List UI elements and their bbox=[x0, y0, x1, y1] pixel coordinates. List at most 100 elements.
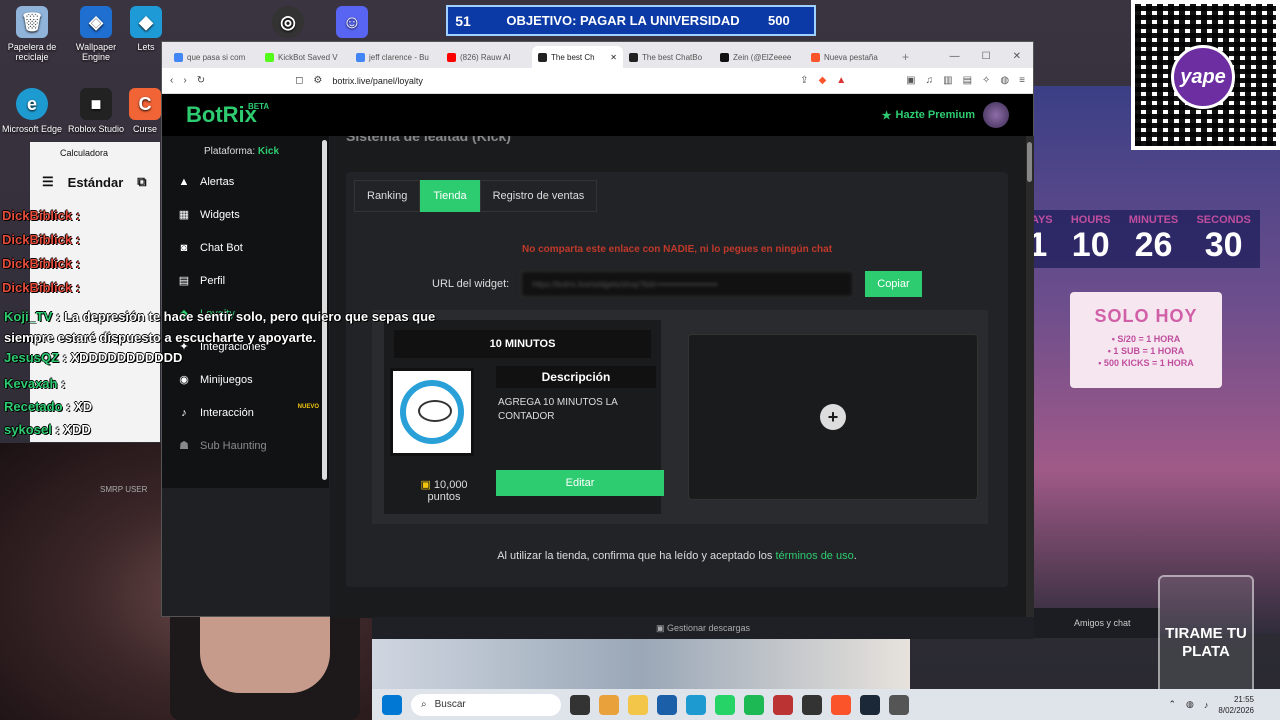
sidebar-item-chat-bot[interactable]: ◙ Chat Bot bbox=[162, 231, 329, 264]
browser-tab[interactable]: Zein (@ElZeeee bbox=[714, 46, 805, 68]
chat-message: Koji_TV : La depresión te hace sentir so… bbox=[4, 309, 436, 345]
menu-icon[interactable]: ≡ bbox=[1019, 75, 1025, 86]
downloads-bar[interactable]: ▣ Gestionar descargas bbox=[372, 617, 1034, 639]
browser-tab[interactable]: Nueva pestaña bbox=[805, 46, 896, 68]
vpn-icon[interactable]: ◍ bbox=[1000, 75, 1009, 86]
rewards-icon[interactable]: ▲ bbox=[836, 75, 846, 86]
sidebar-item-widgets[interactable]: ▦ Widgets bbox=[162, 198, 329, 231]
x-icon bbox=[720, 52, 729, 62]
dota-icon[interactable] bbox=[773, 694, 793, 715]
copilot-icon[interactable] bbox=[599, 694, 619, 715]
sidebar-item-perfil[interactable]: ▤ Perfil bbox=[162, 264, 329, 297]
steam-icon[interactable] bbox=[860, 694, 880, 715]
maximize-icon[interactable]: ☐ bbox=[982, 51, 991, 62]
windows-start-icon[interactable] bbox=[382, 694, 402, 715]
add-item-card[interactable]: + bbox=[688, 334, 978, 500]
edit-button[interactable]: Editar bbox=[496, 470, 664, 496]
calculator-title: Calculadora bbox=[60, 148, 109, 158]
recycle-bin-icon: 🗑 bbox=[16, 6, 48, 38]
desktop-icon-edge[interactable]: e Microsoft Edge bbox=[0, 88, 64, 134]
reader-icon[interactable]: ▣ bbox=[906, 75, 915, 86]
address-bar: ‹ › ↻ ◻ ⚙ botrix.live/panel/loyalty ⇪ ◆ … bbox=[162, 68, 1033, 94]
forward-icon[interactable]: › bbox=[183, 75, 186, 86]
sidebar-item-minijuegos[interactable]: ◉ Minijuegos bbox=[162, 363, 329, 396]
clock-icon bbox=[400, 380, 464, 444]
calculator-mode: Estándar bbox=[67, 174, 124, 190]
edge-icon: e bbox=[16, 88, 48, 120]
widget-url-field[interactable]: https://botrix.live/widgets/shop?bid=•••… bbox=[521, 271, 854, 297]
sidebar-item-sub-haunting[interactable]: ☗ Sub Haunting bbox=[162, 429, 329, 462]
botrix-header: BotRix BETA ★ Hazte Premium bbox=[162, 94, 1033, 136]
browser-tab-active[interactable]: The best Ch ✕ bbox=[532, 46, 623, 68]
desktop-icon-wallpaper-engine[interactable]: ◈ Wallpaper Engine bbox=[64, 6, 128, 62]
desktop-icon-discord[interactable]: ☺ bbox=[320, 6, 384, 42]
wallet-icon[interactable]: ▤ bbox=[963, 75, 972, 86]
browser-tab[interactable]: KickBot Saved V bbox=[259, 46, 350, 68]
close-tab-icon[interactable]: ✕ bbox=[610, 53, 617, 62]
taskbar-clock[interactable]: 21:55 8/02/2026 bbox=[1218, 694, 1254, 716]
tab-registro-ventas[interactable]: Registro de ventas bbox=[479, 180, 598, 212]
spotify-icon[interactable] bbox=[744, 694, 764, 715]
loyalty-tabs: Ranking Tienda Registro de ventas bbox=[354, 180, 598, 212]
sidebar-icon[interactable]: ▥ bbox=[943, 75, 952, 86]
menu-icon[interactable]: ☰ bbox=[42, 174, 54, 190]
chevron-up-icon[interactable]: ⌃ bbox=[1169, 699, 1177, 710]
whatsapp-icon[interactable] bbox=[715, 694, 735, 715]
network-icon[interactable]: ◍ bbox=[1186, 699, 1194, 710]
copy-button[interactable]: Copiar bbox=[865, 271, 922, 297]
tab-ranking[interactable]: Ranking bbox=[354, 180, 421, 212]
music-icon: ♪ bbox=[181, 406, 187, 419]
back-icon[interactable]: ‹ bbox=[170, 75, 173, 86]
browser-tab[interactable]: que pasa si com bbox=[168, 46, 259, 68]
tab-tienda[interactable]: Tienda bbox=[420, 180, 480, 212]
file-explorer-icon[interactable] bbox=[628, 694, 648, 715]
close-window-icon[interactable]: ✕ bbox=[1013, 51, 1021, 62]
desktop-icon-roblox[interactable]: ■ Roblox Studio bbox=[64, 88, 128, 134]
brave-icon[interactable] bbox=[831, 694, 851, 715]
music-icon[interactable]: ♫ bbox=[926, 75, 934, 86]
sidebar-item-alertas[interactable]: ▲ Alertas bbox=[162, 165, 329, 198]
goal-text: OBJETIVO: PAGAR LA UNIVERSIDAD bbox=[506, 13, 740, 28]
solo-hoy-item: • S/20 = 1 HORA bbox=[1111, 334, 1181, 344]
yape-logo: yape bbox=[1171, 45, 1235, 109]
avatar[interactable] bbox=[983, 102, 1009, 128]
youtube-icon bbox=[447, 52, 456, 62]
botrix-logo[interactable]: BotRix bbox=[186, 102, 257, 128]
reload-icon[interactable]: ↻ bbox=[197, 75, 205, 86]
brave-shields-icon[interactable]: ◆ bbox=[819, 75, 827, 86]
taskbar-search[interactable]: ⌕ Buscar bbox=[411, 693, 561, 716]
browser-tab[interactable]: (826) Rauw Al bbox=[441, 46, 532, 68]
discord-icon: ☺ bbox=[336, 6, 368, 38]
desktop-icon-lets[interactable]: ◆ Lets bbox=[128, 6, 164, 52]
browser-tab[interactable]: jeff clarence - Bu bbox=[350, 46, 441, 68]
volume-icon[interactable]: ♪ bbox=[1204, 700, 1209, 710]
desktop-icon-obs[interactable]: ◎ bbox=[256, 6, 320, 42]
keep-on-top-icon[interactable]: ⧉ bbox=[137, 174, 146, 190]
browser-tab[interactable]: The best ChatBo bbox=[623, 46, 714, 68]
new-tab-button[interactable]: + bbox=[896, 50, 915, 68]
store-icon[interactable] bbox=[657, 694, 677, 715]
roblox-icon: ■ bbox=[80, 88, 112, 120]
desktop-icon-recycle-bin[interactable]: 🗑 Papelera de reciclaje bbox=[0, 6, 64, 62]
goal-banner: 51 OBJETIVO: PAGAR LA UNIVERSIDAD 500 bbox=[446, 5, 816, 36]
google-icon bbox=[174, 52, 183, 62]
premium-link[interactable]: ★ Hazte Premium bbox=[882, 109, 975, 122]
share-icon[interactable]: ⇪ bbox=[800, 75, 808, 86]
friends-chat-bar[interactable]: Amigos y chat bbox=[1034, 608, 1160, 638]
bookmark-icon[interactable]: ◻ bbox=[295, 75, 303, 86]
obs-icon[interactable] bbox=[802, 694, 822, 715]
url-field[interactable]: botrix.live/panel/loyalty bbox=[332, 76, 790, 86]
sidebar-item-interaccion[interactable]: ♪ Interacción NUEVO bbox=[162, 396, 329, 429]
edge-icon[interactable] bbox=[686, 694, 706, 715]
nuevo-badge: NUEVO bbox=[297, 404, 319, 410]
minimize-icon[interactable]: — bbox=[950, 51, 960, 62]
desktop-icon-curse[interactable]: C Curse bbox=[128, 88, 162, 134]
plus-icon: + bbox=[820, 404, 846, 430]
site-info-icon[interactable]: ⚙ bbox=[313, 75, 322, 86]
chat-message: DickBiblick : bbox=[2, 232, 81, 247]
page-scrollbar[interactable] bbox=[1026, 136, 1034, 618]
leo-icon[interactable]: ✧ bbox=[982, 75, 990, 86]
task-view-icon[interactable] bbox=[570, 694, 590, 715]
calculator-icon[interactable] bbox=[889, 694, 909, 715]
terms-link[interactable]: términos de uso bbox=[775, 550, 853, 562]
